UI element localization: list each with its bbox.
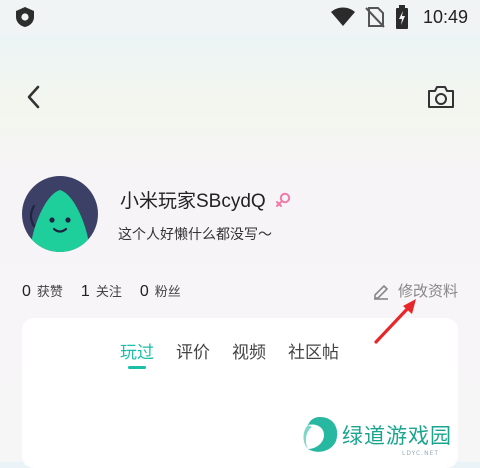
green-blob-avatar — [29, 190, 90, 252]
tab-community-posts[interactable]: 社区帖 — [288, 338, 339, 363]
status-time: 10:49 — [422, 6, 468, 27]
chevron-left-icon — [27, 85, 40, 109]
watermark-sub: LDYC.NET — [402, 450, 440, 457]
tab-label: 玩过 — [120, 343, 154, 363]
stat-count: 0 — [139, 283, 149, 300]
tab-label: 社区帖 — [288, 343, 339, 363]
stat-followers[interactable]: 0 粉丝 — [140, 281, 181, 301]
stats-row: 0 获赞 1 关注 0 粉丝 — [22, 281, 199, 301]
watermark: 绿道游戏园 LDYC.NET — [298, 410, 468, 460]
female-icon — [275, 192, 290, 207]
watermark-text: 绿道游戏园 — [342, 424, 452, 448]
wifi-icon — [330, 7, 355, 26]
tab-label: 评价 — [176, 343, 210, 363]
status-icons: 10:49 — [330, 4, 468, 30]
camera-icon — [428, 86, 454, 108]
stat-label: 粉丝 — [154, 285, 181, 300]
app-shield-icon — [16, 7, 34, 27]
camera-button[interactable] — [426, 84, 456, 110]
active-tab-indicator — [128, 366, 146, 369]
stat-label: 获赞 — [36, 285, 63, 300]
username-text: 小米玩家SBcydQ — [120, 191, 266, 212]
tab-played[interactable]: 玩过 — [120, 338, 154, 369]
stat-count: 0 — [22, 283, 31, 300]
stat-likes[interactable]: 0 获赞 — [22, 281, 63, 301]
top-nav-bar — [0, 78, 480, 118]
bio-text: 这个人好懒什么都没写～ — [118, 227, 272, 243]
tab-videos[interactable]: 视频 — [232, 338, 266, 363]
back-button[interactable] — [22, 84, 48, 110]
status-bar: 10:49 — [0, 0, 480, 34]
tab-bar: 玩过 评价 视频 社区帖 — [120, 338, 339, 369]
annotation-arrow-icon — [374, 299, 416, 344]
battery-charging-icon — [395, 5, 408, 29]
stat-count: 1 — [80, 283, 90, 300]
stat-following[interactable]: 1 关注 — [81, 281, 122, 301]
no-sim-icon — [365, 7, 385, 28]
watermark-logo-icon — [303, 417, 338, 452]
avatar[interactable] — [22, 176, 98, 252]
tab-reviews[interactable]: 评价 — [176, 338, 210, 363]
tab-label: 视频 — [232, 343, 266, 363]
stat-label: 关注 — [95, 285, 122, 300]
username: 小米玩家SBcydQ — [120, 186, 292, 213]
